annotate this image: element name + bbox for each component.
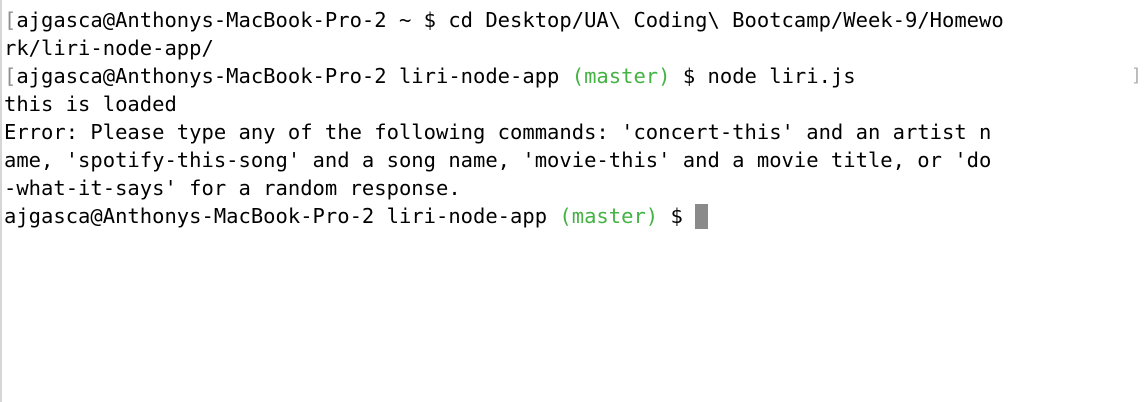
prompt-text: ajgasca@Anthonys-MacBook-Pro-2 liri-node… [4,204,548,228]
command-text: ajgasca@Anthonys-MacBook-Pro-2 ~ $ cd De… [16,8,1004,32]
prompt-text: ajgasca@Anthonys-MacBook-Pro-2 liri-node… [16,64,560,88]
terminal-line-8: ajgasca@Anthonys-MacBook-Pro-2 liri-node… [4,202,708,230]
git-branch-label: (master) [559,204,659,228]
command-continuation: rk/liri-node-app/ [4,36,214,60]
line-end-bracket: ] [1131,65,1142,86]
line-start-bracket: [ [4,64,17,88]
error-output-text: Error: Please type any of the following … [4,120,992,144]
text-cursor[interactable] [694,204,708,229]
terminal-line-7: -what-it-says' for a random response. [4,174,461,202]
error-output-text: ame, 'spotify-this-song' and a song name… [4,148,992,172]
window-left-edge [0,0,2,402]
terminal-window[interactable]: [ajgasca@Anthonys-MacBook-Pro-2 ~ $ cd D… [0,0,1144,402]
terminal-line-3: [ajgasca@Anthonys-MacBook-Pro-2 liri-nod… [4,62,856,90]
terminal-line-4: this is loaded [4,90,177,118]
terminal-line-1: [ajgasca@Anthonys-MacBook-Pro-2 ~ $ cd D… [4,6,1004,34]
terminal-line-5: Error: Please type any of the following … [4,118,991,146]
terminal-line-6: ame, 'spotify-this-song' and a song name… [4,146,991,174]
output-text: this is loaded [4,92,177,116]
line-start-bracket: [ [4,8,17,32]
error-output-text: -what-it-says' for a random response. [4,176,461,200]
terminal-line-2: rk/liri-node-app/ [4,34,214,62]
git-branch-label: (master) [571,64,671,88]
command-text: $ node liri.js [682,64,856,88]
prompt-symbol: $ [670,204,683,228]
